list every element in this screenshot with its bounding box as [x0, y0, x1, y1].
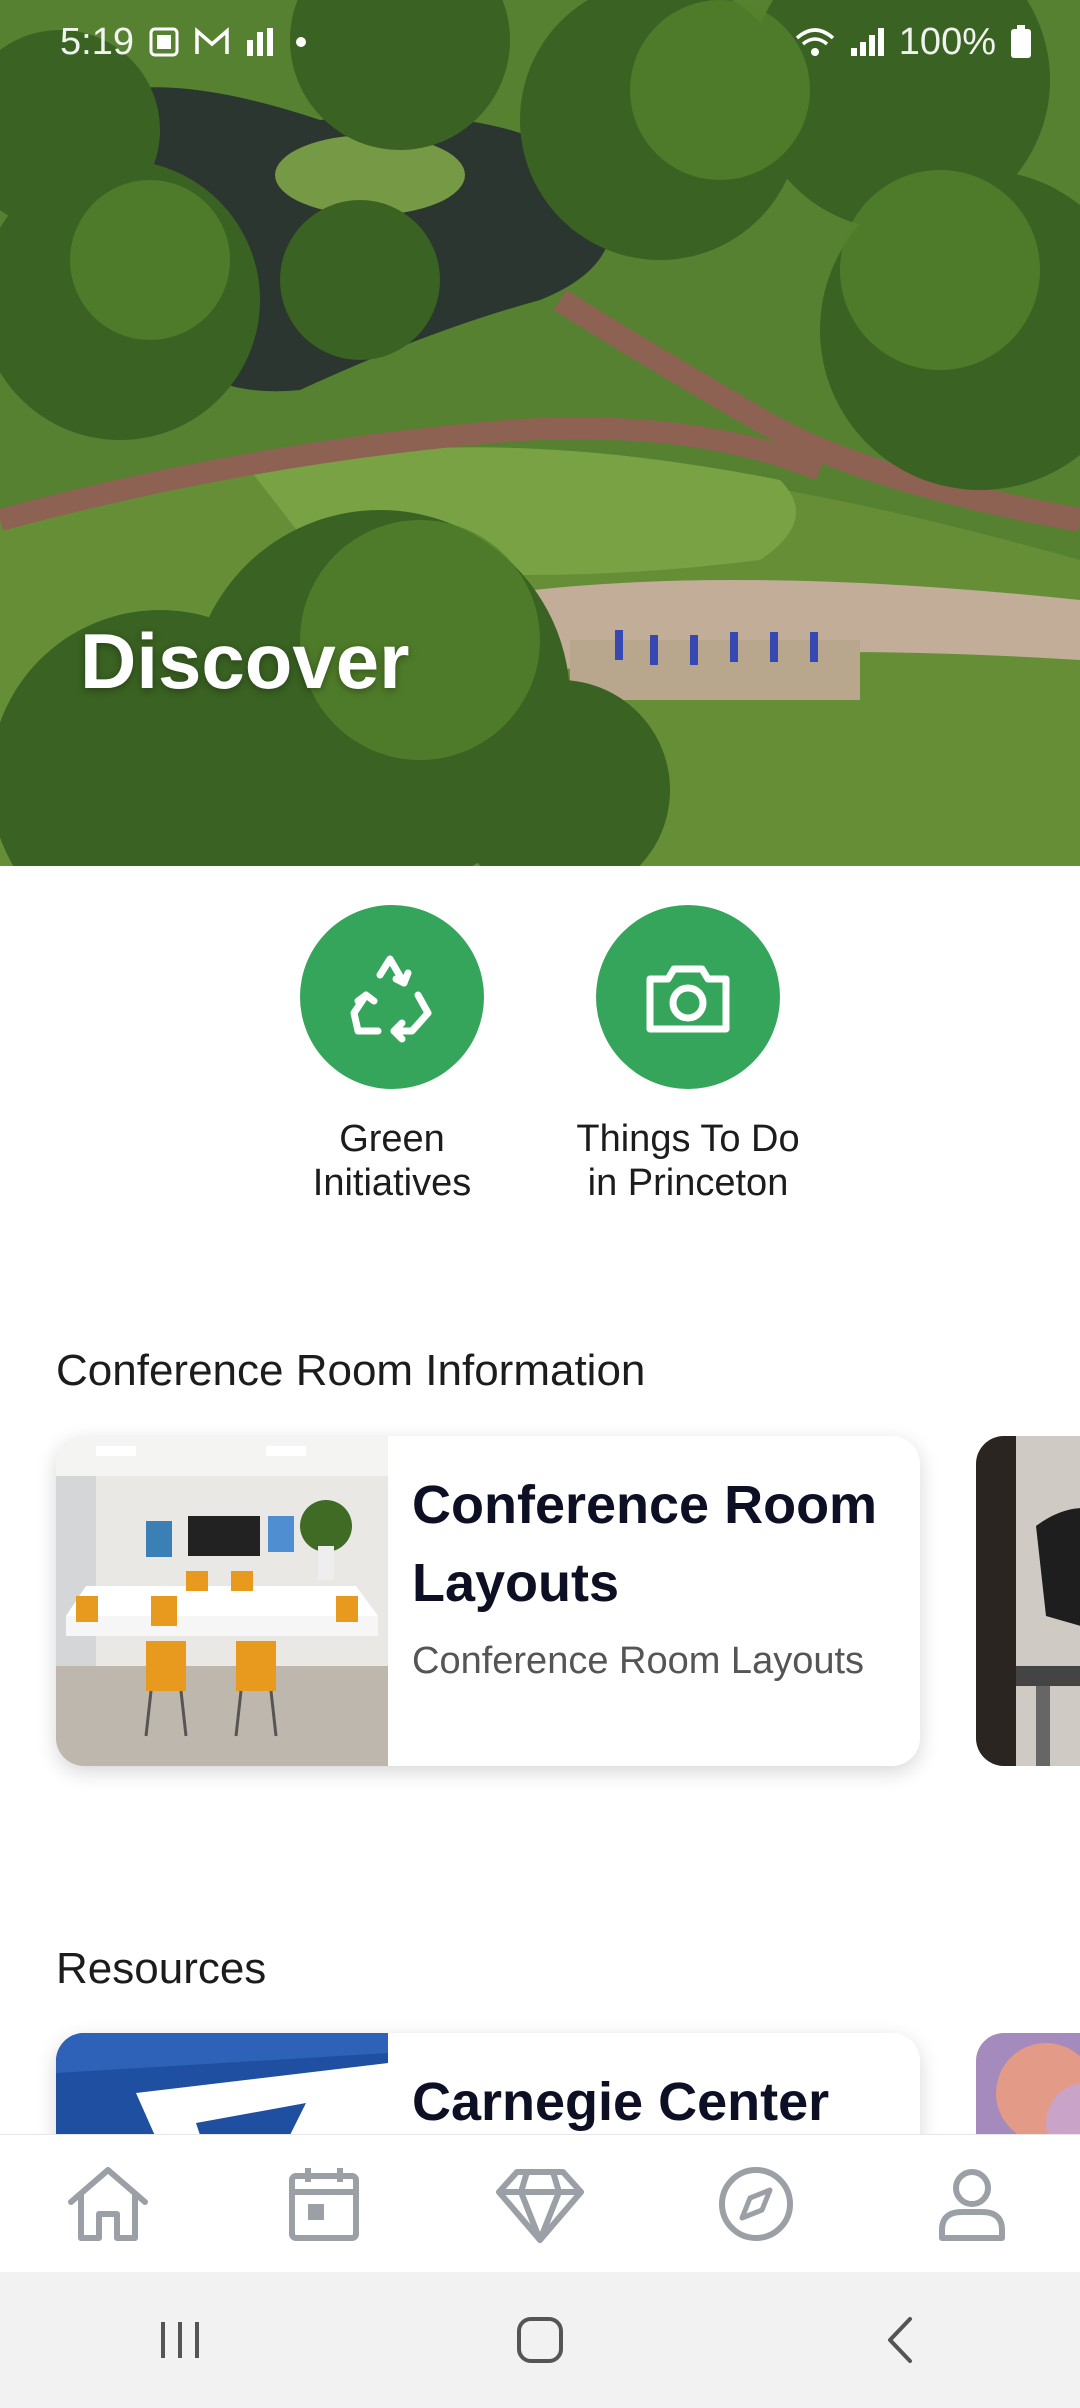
camera-icon: [646, 965, 730, 1033]
back-icon: [888, 2317, 912, 2363]
next-conference-image: [976, 1436, 1080, 1766]
chart-icon: [246, 28, 273, 56]
signal-icon: [850, 28, 884, 56]
resources-section-title: Resources: [56, 1944, 267, 1993]
home-button-icon: [517, 2317, 563, 2363]
nav-discover[interactable]: [701, 2149, 811, 2259]
carnegie-card-title: Carnegie Center: [412, 2072, 830, 2132]
calendar-icon: [289, 2167, 359, 2241]
green-initiatives-label: Green Initiatives: [312, 1118, 472, 1204]
page-title: Discover: [80, 617, 410, 705]
system-nav-bar: [0, 2272, 1080, 2408]
conference-room-layouts-card[interactable]: Conference Room Layouts Conference Room …: [56, 1436, 920, 1766]
battery-icon: [1011, 25, 1031, 58]
recents-icon: [161, 2322, 199, 2358]
compass-icon: [719, 2166, 793, 2241]
wifi-icon: [795, 28, 834, 56]
next-conference-card-peek[interactable]: [976, 1436, 1080, 1766]
things-to-do-button[interactable]: Things To Do in Princeton: [576, 905, 800, 1205]
green-initiatives-button[interactable]: Green Initiatives: [292, 905, 492, 1205]
home-icon: [68, 2166, 148, 2241]
nav-calendar[interactable]: [269, 2149, 379, 2259]
diamond-icon: [496, 2168, 584, 2243]
recycle-icon: [350, 955, 432, 1043]
profile-icon: [939, 2168, 1005, 2241]
conference-card-subtitle: Conference Room Layouts: [412, 1640, 865, 1682]
things-to-do-circle: [596, 905, 780, 1089]
notification-icon: [149, 27, 179, 57]
green-initiatives-circle: [300, 905, 484, 1089]
status-right: 100%: [795, 21, 1032, 64]
hero-banner: 5:19 100% Discover: [0, 0, 1080, 866]
conference-room-image: [56, 1436, 388, 1766]
mail-icon: [195, 27, 229, 54]
nav-profile[interactable]: [917, 2149, 1027, 2259]
status-bar: 5:19 100%: [0, 0, 1080, 84]
status-time: 5:19: [60, 20, 134, 63]
conference-card-title: Conference Room Layouts: [412, 1475, 878, 1613]
conference-section-title: Conference Room Information: [56, 1346, 646, 1395]
nav-home[interactable]: [53, 2149, 163, 2259]
discover-screen: 5:19 100% Discover Green Initiatives Thi…: [0, 0, 1080, 2408]
nav-amenities[interactable]: [485, 2149, 595, 2259]
home-system-button[interactable]: [480, 2290, 600, 2390]
things-to-do-label: Things To Do in Princeton: [576, 1118, 800, 1204]
recents-button[interactable]: [120, 2290, 240, 2390]
quick-actions: Green Initiatives Things To Do in Prince…: [0, 905, 1080, 1205]
status-left: 5:19: [60, 21, 308, 64]
bottom-nav: [0, 2134, 1080, 2272]
conference-card-body: Conference Room Layouts Conference Room …: [388, 1436, 920, 1766]
park-aerial-image: [0, 0, 1080, 866]
back-button[interactable]: [840, 2290, 960, 2390]
battery-percent: 100%: [898, 20, 996, 63]
dot-icon: [295, 37, 306, 47]
